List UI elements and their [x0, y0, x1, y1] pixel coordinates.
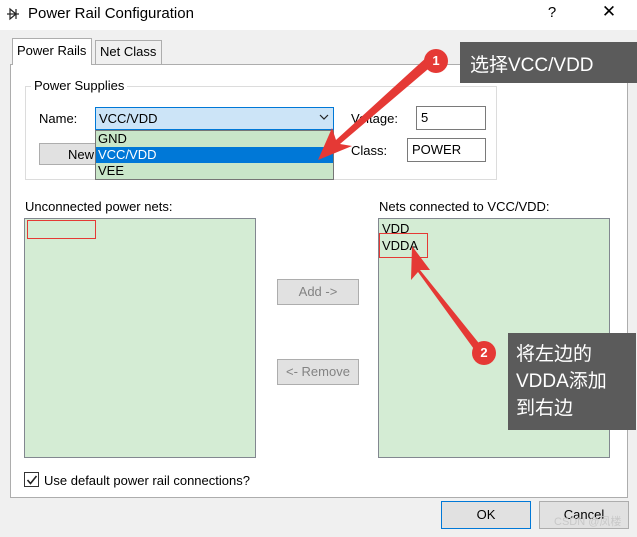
help-button[interactable]: ? — [542, 4, 562, 21]
annotation-callout-2: 将左边的 VDDA添加 到右边 — [508, 333, 636, 430]
unconnected-nets-label: Unconnected power nets: — [25, 199, 173, 214]
title-bar: Power Rail Configuration ? ✕ — [0, 0, 637, 30]
name-dropdown-list: GND VCC/VDD VEE — [95, 130, 334, 180]
default-connections-checkbox[interactable] — [24, 472, 39, 487]
tab-power-rails[interactable]: Power Rails — [12, 38, 92, 65]
checkmark-icon — [26, 475, 38, 485]
power-supplies-title: Power Supplies — [31, 78, 128, 93]
annotation-badge-2: 2 — [472, 341, 496, 365]
annotation-callout-2-line-3: 到右边 — [516, 398, 574, 419]
default-connections-label: Use default power rail connections? — [44, 473, 250, 488]
annotation-callout-2-line-1: 将左边的 — [516, 344, 593, 365]
name-combobox[interactable]: VCC/VDD — [95, 107, 334, 130]
add-button[interactable]: Add -> — [277, 279, 359, 305]
remove-button[interactable]: <- Remove — [277, 359, 359, 385]
highlight-box-vdda — [379, 233, 428, 258]
chevron-down-icon[interactable] — [319, 111, 329, 123]
power-rail-app-icon — [7, 7, 19, 21]
ok-button[interactable]: OK — [441, 501, 531, 529]
annotation-badge-1: 1 — [424, 49, 448, 73]
dropdown-option-vcc-vdd[interactable]: VCC/VDD — [96, 147, 333, 163]
unconnected-nets-list[interactable] — [24, 218, 256, 458]
annotation-callout-2-line-2: VDDA添加 — [516, 371, 607, 392]
highlight-box-empty-slot — [27, 220, 96, 239]
class-input[interactable]: POWER — [407, 138, 486, 162]
watermark: CSDN @凤楼 — [554, 516, 622, 528]
close-button[interactable]: ✕ — [598, 2, 620, 22]
annotation-callout-1: 选择VCC/VDD — [460, 42, 637, 83]
name-label: Name: — [39, 111, 78, 126]
new-button-label: New — [68, 147, 95, 162]
voltage-input[interactable]: 5 — [416, 106, 486, 130]
name-combobox-value: VCC/VDD — [99, 111, 158, 126]
tab-net-class[interactable]: Net Class — [95, 40, 162, 64]
connected-nets-label: Nets connected to VCC/VDD: — [379, 199, 550, 214]
dropdown-option-vee[interactable]: VEE — [96, 163, 333, 179]
dropdown-option-gnd[interactable]: GND — [96, 131, 333, 147]
window-title: Power Rail Configuration — [28, 5, 194, 22]
class-label: Class: — [351, 143, 388, 158]
voltage-label: Voltage: — [351, 111, 398, 126]
